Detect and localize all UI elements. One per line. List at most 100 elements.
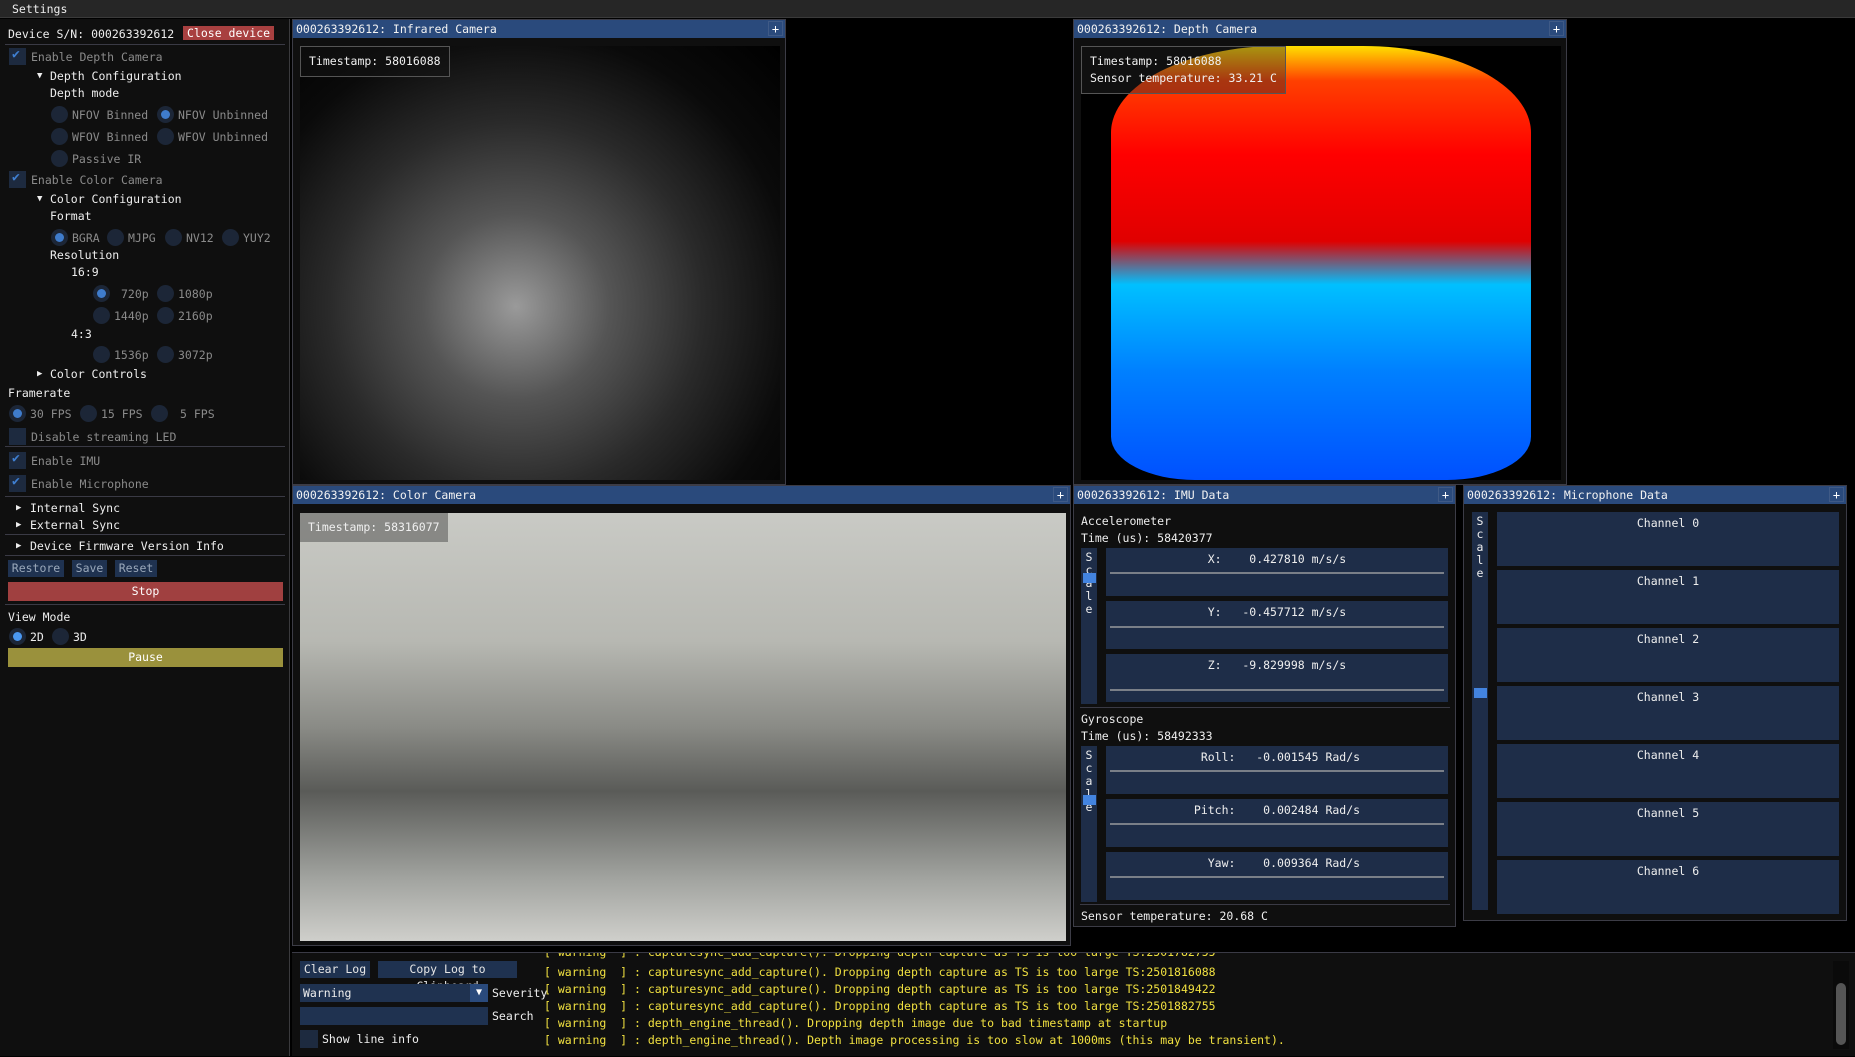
log-window: Clear Log Copy Log to Clipboard Warning … <box>292 952 1855 1056</box>
infrared-image <box>300 46 780 480</box>
depth-mode-radio-wfov-binned[interactable] <box>51 128 68 145</box>
mic-channel-plot: Channel 1 <box>1497 570 1839 624</box>
device-serial-label: Device S/N: 000263392612 <box>8 27 175 41</box>
resolution-radio-1440p[interactable] <box>93 307 110 324</box>
window-title: 000263392612: Color Camera <box>296 488 477 502</box>
firmware-info-header[interactable]: Device Firmware Version Info <box>30 539 224 553</box>
infrared-camera-titlebar[interactable]: 000263392612: Infrared Camera + <box>293 20 785 38</box>
plus-icon[interactable]: + <box>1829 487 1844 502</box>
save-button[interactable]: Save <box>72 560 107 577</box>
show-line-info-label: Show line info <box>322 1032 419 1046</box>
depth-configuration-header[interactable]: Depth Configuration <box>50 69 182 83</box>
show-line-info-checkbox[interactable] <box>300 1030 318 1048</box>
stop-button[interactable]: Stop <box>8 582 283 601</box>
framerate-radio-30[interactable] <box>9 405 26 422</box>
mic-channel-plot: Channel 2 <box>1497 628 1839 682</box>
plus-icon[interactable]: + <box>1438 487 1453 502</box>
mic-channel-plot: Channel 4 <box>1497 744 1839 798</box>
severity-dropdown[interactable]: Warning ▼ <box>300 984 488 1002</box>
aspect-16-9-label: 16:9 <box>71 265 99 279</box>
copy-log-button[interactable]: Copy Log to Clipboard <box>378 961 517 993</box>
scale-slider-handle[interactable] <box>1083 573 1096 583</box>
resolution-label-2160p: 2160p <box>178 309 213 323</box>
enable-imu-checkbox[interactable]: ✔ <box>9 451 26 469</box>
mic-channel-plot: Channel 3 <box>1497 686 1839 740</box>
mic-scale-slider[interactable]: Scale <box>1472 512 1488 910</box>
internal-sync-header[interactable]: Internal Sync <box>30 501 120 515</box>
gyro-scale-slider[interactable]: Scale <box>1081 746 1097 902</box>
depth-mode-radio-wfov-unbinned[interactable] <box>157 128 174 145</box>
accel-x-plot: X: 0.427810 m/s/s <box>1106 548 1448 596</box>
view-mode-radio-2d[interactable] <box>9 628 26 645</box>
depth-camera-window: 000263392612: Depth Camera + Timestamp: 5… <box>1073 19 1567 485</box>
plus-icon[interactable]: + <box>768 21 783 36</box>
external-sync-header[interactable]: External Sync <box>30 518 120 532</box>
depth-mode-radio-nfov-binned[interactable] <box>51 106 68 123</box>
resolution-label-1440p: 1440p <box>114 309 149 323</box>
search-label: Search <box>492 1009 534 1023</box>
disable-streaming-led-label: Disable streaming LED <box>31 430 177 444</box>
resolution-radio-1536p[interactable] <box>93 346 110 363</box>
enable-microphone-checkbox[interactable]: ✔ <box>9 474 26 492</box>
resolution-radio-720p[interactable] <box>93 285 110 302</box>
resolution-label: Resolution <box>50 248 120 262</box>
timestamp-overlay: Timestamp: 58316077 <box>300 513 448 542</box>
depth-mode-label-wfov-binned: WFOV Binned <box>72 130 149 144</box>
view-mode-radio-3d[interactable] <box>52 628 69 645</box>
depth-mode-radio-passive-ir[interactable] <box>51 150 68 167</box>
format-label: Format <box>50 209 92 223</box>
divider <box>5 446 285 447</box>
depth-camera-titlebar[interactable]: 000263392612: Depth Camera + <box>1074 20 1566 38</box>
search-input[interactable] <box>300 1007 488 1025</box>
format-radio-yuy2[interactable] <box>222 229 239 246</box>
window-title: 000263392612: Infrared Camera <box>296 22 497 36</box>
color-configuration-header[interactable]: Color Configuration <box>50 192 182 206</box>
pause-button[interactable]: Pause <box>8 648 283 667</box>
enable-depth-camera-checkbox[interactable]: ✔ <box>9 47 26 65</box>
clear-log-button[interactable]: Clear Log <box>300 961 370 978</box>
scrollbar-thumb[interactable] <box>1836 983 1846 1045</box>
chevron-down-icon[interactable]: ▼ <box>470 984 488 1002</box>
framerate-radio-15[interactable] <box>80 405 97 422</box>
depth-mode-label: Depth mode <box>50 86 120 100</box>
restore-button[interactable]: Restore <box>8 560 64 577</box>
resolution-radio-3072p[interactable] <box>157 346 174 363</box>
imu-titlebar[interactable]: 000263392612: IMU Data + <box>1074 486 1455 504</box>
depth-mode-radio-nfov-unbinned[interactable] <box>157 106 174 123</box>
gyro-roll-plot: Roll: -0.001545 Rad/s <box>1106 746 1448 794</box>
collapsed-triangle-icon: ▶ <box>37 369 43 379</box>
color-camera-window: 000263392612: Color Camera + Timestamp: 5… <box>292 485 1071 946</box>
log-scrollbar[interactable] <box>1833 961 1849 1049</box>
scale-slider-handle[interactable] <box>1083 795 1096 805</box>
color-camera-titlebar[interactable]: 000263392612: Color Camera + <box>293 486 1070 504</box>
divider <box>1080 904 1450 905</box>
plus-icon[interactable]: + <box>1549 21 1564 36</box>
accel-scale-slider[interactable]: Scale <box>1081 548 1097 704</box>
resolution-radio-1080p[interactable] <box>157 285 174 302</box>
microphone-titlebar[interactable]: 000263392612: Microphone Data + <box>1464 486 1846 504</box>
enable-color-camera-label: Enable Color Camera <box>31 173 163 187</box>
accel-z-plot: Z: -9.829998 m/s/s <box>1106 654 1448 702</box>
aspect-4-3-label: 4:3 <box>71 327 92 341</box>
close-device-button[interactable]: Close device <box>183 26 275 40</box>
gyro-pitch-plot: Pitch: 0.002484 Rad/s <box>1106 799 1448 847</box>
disable-streaming-led-checkbox[interactable] <box>9 428 26 445</box>
divider <box>5 604 285 605</box>
plus-icon[interactable]: + <box>1053 487 1068 502</box>
reset-button[interactable]: Reset <box>115 560 157 577</box>
framerate-radio-5[interactable] <box>151 405 168 422</box>
format-radio-nv12[interactable] <box>165 229 182 246</box>
resolution-label-3072p: 3072p <box>178 348 213 362</box>
depth-image <box>1081 46 1561 480</box>
scale-label: Scale <box>1476 514 1484 580</box>
divider <box>5 496 285 497</box>
resolution-radio-2160p[interactable] <box>157 307 174 324</box>
infrared-camera-window: 000263392612: Infrared Camera + Timestamp… <box>292 19 786 485</box>
format-radio-mjpg[interactable] <box>107 229 124 246</box>
enable-color-camera-checkbox[interactable]: ✔ <box>9 170 26 188</box>
color-controls-header[interactable]: Color Controls <box>50 367 147 381</box>
scale-slider-handle[interactable] <box>1474 688 1487 698</box>
format-radio-bgra[interactable] <box>51 229 68 246</box>
menu-settings[interactable]: Settings <box>12 2 67 16</box>
log-output[interactable]: [ warning ] : capturesync_add_capture().… <box>544 953 1844 1057</box>
